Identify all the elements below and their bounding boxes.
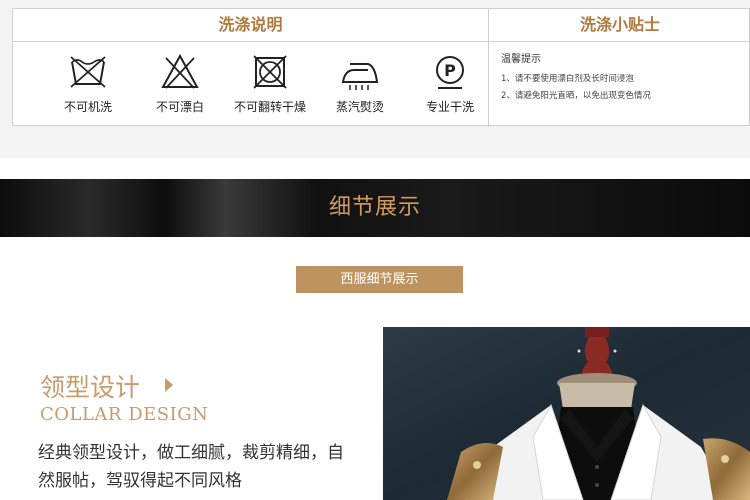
collar-description: 经典领型设计，做工细腻，裁剪精细，自然服帖，驾驭得起不同风格 — [38, 443, 344, 491]
no-bleach-icon — [161, 53, 199, 89]
suit-detail-tag: 西服细节展示 — [296, 266, 463, 293]
care-label: 不可漂白 — [155, 100, 204, 114]
care-tips: 温馨提示 1、请不要使用漂白剂及长时间浸泡 2、请避免阳光直晒，以免出现变色情况 — [501, 50, 731, 106]
care-tips-header: 洗涤小贴士 — [579, 15, 660, 34]
steam-iron-icon — [341, 63, 379, 90]
detail-banner: 细节展示 — [0, 179, 750, 237]
care-label: 蒸汽熨烫 — [335, 100, 384, 114]
product-detail-page: 洗涤说明 洗涤小贴士 不可机洗 不可漂白 不可翻转干燥 蒸汽熨烫 P 专业干洗 … — [0, 0, 750, 500]
care-label: 不可翻转干燥 — [233, 100, 306, 114]
care-item-no-tumble-dry: 不可翻转干燥 — [225, 52, 315, 115]
care-icons-row: 不可机洗 不可漂白 不可翻转干燥 蒸汽熨烫 P 专业干洗 — [13, 42, 488, 127]
collar-subtitle: COLLAR DESIGN — [40, 404, 209, 425]
collar-title: 领型设计 — [40, 373, 141, 402]
banner-title: 细节展示 — [328, 195, 421, 220]
tip-line: 1、请不要使用漂白剂及长时间浸泡 — [501, 74, 634, 84]
no-tumble-dry-icon — [253, 55, 287, 89]
tip-line: 2、请避免阳光直晒，以免出现变色情况 — [501, 91, 651, 101]
care-section: 洗涤说明 洗涤小贴士 不可机洗 不可漂白 不可翻转干燥 蒸汽熨烫 P 专业干洗 … — [0, 0, 750, 158]
care-item-steam-iron: 蒸汽熨烫 — [315, 52, 405, 115]
care-item-no-bleach: 不可漂白 — [135, 52, 225, 115]
care-label: 专业干洗 — [425, 100, 474, 114]
triangle-arrow-icon — [165, 378, 173, 392]
care-instructions-header: 洗涤说明 — [218, 15, 283, 34]
care-label: 不可机洗 — [63, 100, 112, 114]
tips-title: 温馨提示 — [501, 54, 541, 65]
care-item-dry-clean: P 专业干洗 — [405, 52, 495, 115]
product-photo — [383, 327, 750, 500]
professional-dry-clean-icon: P — [436, 56, 464, 89]
no-machine-wash-icon — [70, 56, 106, 88]
care-item-no-machine-wash: 不可机洗 — [43, 52, 133, 115]
svg-text:P: P — [444, 61, 456, 80]
suit-collar-photo — [383, 327, 750, 500]
